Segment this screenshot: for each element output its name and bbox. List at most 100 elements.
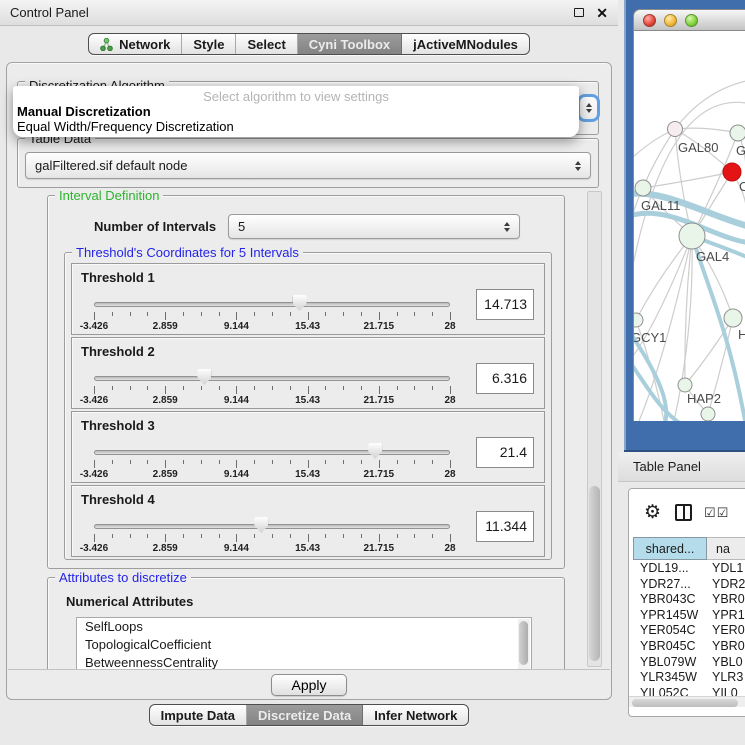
gear-icon[interactable]: ⚙ xyxy=(644,503,661,522)
table-hscroll-thumb[interactable] xyxy=(632,699,738,707)
algorithm-option-manual[interactable]: Manual Discretization xyxy=(17,104,151,119)
table-row[interactable]: YER054CYER0 xyxy=(633,623,745,639)
network-canvas[interactable]: GAL80 GA C GAL11 GAL4 GCY1 H HAP2 xyxy=(633,31,745,421)
tick-label: 9.144 xyxy=(224,469,249,480)
tick-label: 28 xyxy=(444,395,455,406)
table-cell[interactable]: YIL052C xyxy=(633,686,707,696)
split-columns-icon[interactable] xyxy=(675,504,692,521)
network-node[interactable] xyxy=(634,313,643,327)
tab-impute-data[interactable]: Impute Data xyxy=(150,705,247,725)
list-item[interactable]: TopologicalCoefficient xyxy=(77,636,531,654)
table-cell[interactable]: YPR1 xyxy=(707,608,745,624)
list-scrollbar[interactable] xyxy=(518,619,530,673)
network-node[interactable] xyxy=(724,309,742,327)
numerical-attributes-list[interactable]: SelfLoops TopologicalCoefficient Between… xyxy=(76,617,532,673)
network-node[interactable] xyxy=(679,223,705,249)
table-cell[interactable]: YBR0 xyxy=(707,592,745,608)
apply-button[interactable]: Apply xyxy=(271,674,346,696)
tick-mark xyxy=(308,460,309,468)
slider-thumb[interactable] xyxy=(293,295,307,311)
float-window-icon[interactable] xyxy=(574,8,584,17)
tick-mark xyxy=(254,386,255,390)
column-header-name[interactable]: na xyxy=(707,537,745,560)
slider-thumb[interactable] xyxy=(254,517,268,533)
table-row[interactable]: YIL052CYIL0 xyxy=(633,686,745,696)
tick-mark xyxy=(165,386,166,394)
list-item[interactable]: SelfLoops xyxy=(77,618,531,636)
table-cell[interactable]: YDL19... xyxy=(633,561,707,577)
network-window-titlebar[interactable] xyxy=(633,9,745,31)
tick-mark xyxy=(219,386,220,390)
column-header-shared-name[interactable]: shared... xyxy=(633,537,707,560)
panel-scrollbar[interactable] xyxy=(587,191,602,667)
table-cell[interactable]: YBR043C xyxy=(633,592,707,608)
tick-label: 2.859 xyxy=(153,469,178,480)
table-horizontal-scrollbar[interactable] xyxy=(629,696,745,707)
threshold-value-field[interactable]: 11.344 xyxy=(476,511,534,542)
tick-label: -3.426 xyxy=(80,395,108,406)
table-body[interactable]: YDL19...YDL1YDR27...YDR2YBR043CYBR0YPR14… xyxy=(633,561,745,696)
threshold-value-field[interactable]: 14.713 xyxy=(476,289,534,320)
threshold-card: Threshold 1 -3.4262.8599.14415.4321.7152… xyxy=(71,263,545,335)
table-cell[interactable]: YDR27... xyxy=(633,577,707,593)
zoom-traffic-light-icon[interactable] xyxy=(685,14,698,27)
network-node[interactable] xyxy=(635,180,651,196)
network-node[interactable] xyxy=(701,407,715,421)
tab-infer-network[interactable]: Infer Network xyxy=(363,705,468,725)
table-panel-header: Table Panel xyxy=(618,452,745,482)
slider-track[interactable] xyxy=(94,450,450,455)
table-cell[interactable]: YBR045C xyxy=(633,639,707,655)
tick-mark xyxy=(130,460,131,464)
threshold-value-field[interactable]: 21.4 xyxy=(476,437,534,468)
close-traffic-light-icon[interactable] xyxy=(643,14,656,27)
minimize-traffic-light-icon[interactable] xyxy=(664,14,677,27)
num-intervals-combo[interactable]: 5 xyxy=(228,214,520,239)
table-cell[interactable]: YBL079W xyxy=(633,655,707,671)
algorithm-combo-focus-ring[interactable] xyxy=(577,94,600,122)
select-columns-checkboxes-icon[interactable]: ☑☑ xyxy=(704,506,729,519)
slider-track[interactable] xyxy=(94,524,450,529)
table-cell[interactable]: YBR0 xyxy=(707,639,745,655)
table-cell[interactable]: YDR2 xyxy=(707,577,745,593)
table-row[interactable]: YBR043CYBR0 xyxy=(633,592,745,608)
table-row[interactable]: YDL19...YDL1 xyxy=(633,561,745,577)
table-header-row: shared... na xyxy=(633,537,745,560)
table-cell[interactable]: YER0 xyxy=(707,623,745,639)
slider-track[interactable] xyxy=(94,302,450,307)
table-row[interactable]: YBL079WYBL0 xyxy=(633,655,745,671)
threshold-value-field[interactable]: 6.316 xyxy=(476,363,534,394)
slider-thumb[interactable] xyxy=(197,369,211,385)
table-cell[interactable]: YER054C xyxy=(633,623,707,639)
network-node[interactable] xyxy=(668,122,683,137)
table-cell[interactable]: YBL0 xyxy=(707,655,745,671)
slider-track[interactable] xyxy=(94,376,450,381)
tab-style[interactable]: Style xyxy=(182,34,236,54)
close-icon[interactable]: ✕ xyxy=(596,6,608,20)
network-node[interactable] xyxy=(678,378,692,392)
tab-cyni-toolbox[interactable]: Cyni Toolbox xyxy=(298,34,402,54)
tab-jactivemnodules[interactable]: jActiveMNodules xyxy=(402,34,529,54)
tick-mark xyxy=(219,534,220,538)
algorithm-option-equal-width[interactable]: Equal Width/Frequency Discretization xyxy=(17,119,234,134)
threshold-card: Threshold 3 -3.4262.8599.14415.4321.7152… xyxy=(71,411,545,483)
tab-discretize-data[interactable]: Discretize Data xyxy=(247,705,363,725)
attributes-group: Attributes to discretize Numerical Attri… xyxy=(47,577,565,669)
tab-select[interactable]: Select xyxy=(236,34,297,54)
table-cell[interactable]: YIL0 xyxy=(707,686,745,696)
table-row[interactable]: YBR045CYBR0 xyxy=(633,639,745,655)
tick-mark xyxy=(343,460,344,464)
network-node[interactable] xyxy=(730,125,745,141)
slider-thumb[interactable] xyxy=(368,443,382,459)
table-cell[interactable]: YPR145W xyxy=(633,608,707,624)
table-row[interactable]: YPR145WYPR1 xyxy=(633,608,745,624)
tick-mark xyxy=(450,312,451,320)
table-row[interactable]: YLR345WYLR3 xyxy=(633,670,745,686)
tick-mark xyxy=(361,534,362,538)
table-cell[interactable]: YDL1 xyxy=(707,561,745,577)
table-row[interactable]: YDR27...YDR2 xyxy=(633,577,745,593)
panel-scrollbar-thumb[interactable] xyxy=(589,486,600,661)
table-cell[interactable]: YLR3 xyxy=(707,670,745,686)
tab-network[interactable]: Network xyxy=(89,34,182,54)
table-cell[interactable]: YLR345W xyxy=(633,670,707,686)
table-data-combo[interactable]: galFiltered.sif default node xyxy=(25,152,591,179)
